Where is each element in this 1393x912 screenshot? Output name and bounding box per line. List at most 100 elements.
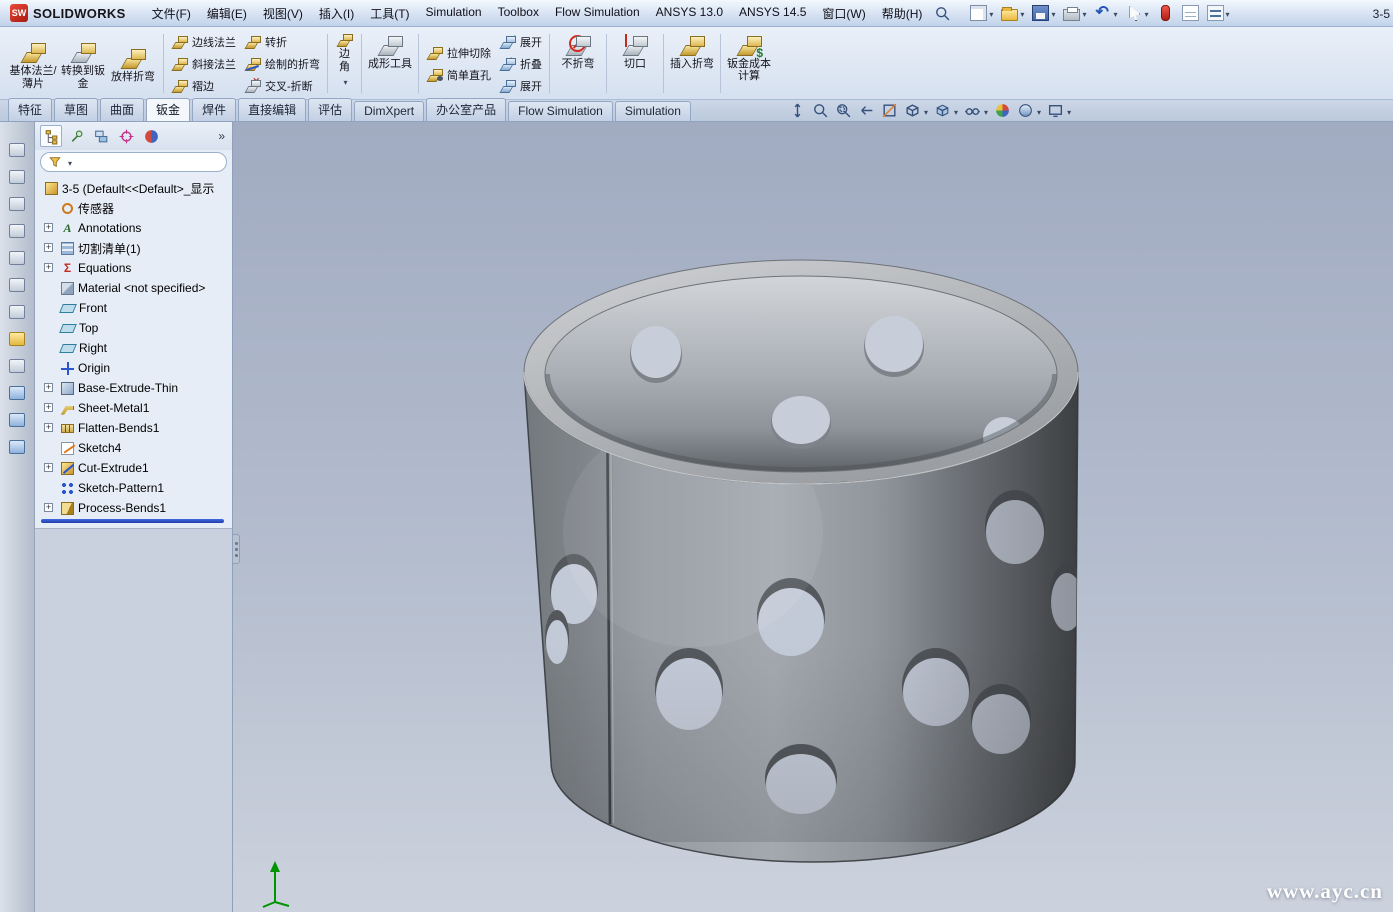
configurationmanager-tab[interactable] <box>90 125 112 147</box>
display-style-button[interactable] <box>933 102 959 119</box>
edge-flange-button[interactable]: 边线法兰 <box>167 31 240 52</box>
tab-surfaces[interactable]: 曲面 <box>100 98 144 121</box>
left-toolbar-button-5[interactable] <box>4 246 31 270</box>
left-toolbar-button-12[interactable] <box>4 435 31 459</box>
base-flange-button[interactable]: 基体法兰/薄片 <box>8 36 58 91</box>
jog-button[interactable]: 转折 <box>240 31 324 52</box>
menu-help[interactable]: 帮助(H) <box>874 0 931 27</box>
menu-ansys-14-5[interactable]: ANSYS 14.5 <box>731 0 814 27</box>
view-options-button[interactable] <box>1204 4 1233 22</box>
left-toolbar-button-8[interactable] <box>4 327 31 351</box>
left-toolbar-button-1[interactable] <box>4 138 31 162</box>
expand-icon[interactable] <box>44 503 53 512</box>
menu-simulation[interactable]: Simulation <box>418 0 490 27</box>
menu-file[interactable]: 文件(F) <box>144 0 199 27</box>
tree-item-cut-extrude1[interactable]: Cut-Extrude1 <box>37 458 232 478</box>
expand-icon[interactable] <box>44 383 53 392</box>
tab-office-products[interactable]: 办公室产品 <box>426 98 506 121</box>
flatten-button[interactable]: 展开 <box>495 75 546 96</box>
undo-button[interactable] <box>1091 4 1120 22</box>
menu-edit[interactable]: 编辑(E) <box>199 0 255 27</box>
left-toolbar-button-4[interactable] <box>4 219 31 243</box>
displaymanager-tab[interactable] <box>140 125 162 147</box>
menu-tools[interactable]: 工具(T) <box>362 0 417 27</box>
section-view-button[interactable] <box>880 102 899 119</box>
expand-icon[interactable] <box>44 463 53 472</box>
expand-icon[interactable] <box>44 403 53 412</box>
insert-bends-button[interactable]: 插入折弯 <box>667 29 717 98</box>
tree-item-cut-list[interactable]: 切割清单(1) <box>37 238 232 258</box>
open-document-button[interactable] <box>998 4 1027 22</box>
tree-item-sheet-metal1[interactable]: Sheet-Metal1 <box>37 398 232 418</box>
tree-item-flatten-bends1[interactable]: Flatten-Bends1 <box>37 418 232 438</box>
left-toolbar-button-2[interactable] <box>4 165 31 189</box>
expand-icon[interactable] <box>44 223 53 232</box>
propertymanager-tab[interactable] <box>65 125 87 147</box>
tree-item-top-plane[interactable]: Top <box>37 318 232 338</box>
apply-scene-button[interactable] <box>1016 102 1042 119</box>
panel-splitter[interactable] <box>233 534 240 564</box>
expand-icon[interactable] <box>44 423 53 432</box>
lofted-bend-button[interactable]: 放样折弯 <box>108 42 158 84</box>
tab-simulation[interactable]: Simulation <box>615 101 691 121</box>
miter-flange-button[interactable]: 斜接法兰 <box>167 53 240 74</box>
print-document-button[interactable] <box>1060 4 1089 22</box>
zoom-to-fit-button[interactable] <box>811 102 830 119</box>
rebuild-stop-button[interactable] <box>1154 4 1177 22</box>
tree-item-equations[interactable]: Equations <box>37 258 232 278</box>
expand-icon[interactable] <box>44 243 53 252</box>
menu-insert[interactable]: 插入(I) <box>311 0 362 27</box>
view-orientation-button[interactable] <box>903 102 929 119</box>
tree-item-base-extrude-thin[interactable]: Base-Extrude-Thin <box>37 378 232 398</box>
dimxpertmanager-tab[interactable] <box>115 125 137 147</box>
tab-sketch[interactable]: 草图 <box>54 98 98 121</box>
select-button[interactable] <box>1122 4 1151 22</box>
rip-button[interactable]: 切口 <box>610 29 660 98</box>
tree-item-right-plane[interactable]: Right <box>37 338 232 358</box>
left-toolbar-button-9[interactable] <box>4 354 31 378</box>
no-bends-button[interactable]: 不折弯 <box>553 29 603 98</box>
corners-button[interactable]: 边角 <box>331 29 358 98</box>
new-document-button[interactable] <box>967 4 996 22</box>
graphics-viewport[interactable]: www.ayc.cn <box>233 122 1393 912</box>
menu-window[interactable]: 窗口(W) <box>814 0 873 27</box>
left-toolbar-button-10[interactable] <box>4 381 31 405</box>
tab-sheet-metal[interactable]: 钣金 <box>146 98 190 121</box>
expand-icon[interactable] <box>44 263 53 272</box>
tree-item-root[interactable]: 3-5 (Default<<Default>_显示 <box>37 178 232 198</box>
tree-item-annotations[interactable]: Annotations <box>37 218 232 238</box>
tree-item-process-bends1[interactable]: Process-Bends1 <box>37 498 232 518</box>
cross-break-button[interactable]: 交叉-折断 <box>240 75 324 96</box>
tree-item-sketch4[interactable]: Sketch4 <box>37 438 232 458</box>
left-toolbar-button-6[interactable] <box>4 273 31 297</box>
part-model[interactable] <box>233 122 1393 912</box>
edit-appearance-button[interactable] <box>993 102 1012 119</box>
tree-item-origin[interactable]: Origin <box>37 358 232 378</box>
tree-item-sensors[interactable]: 传感器 <box>37 198 232 218</box>
menu-view[interactable]: 视图(V) <box>255 0 311 27</box>
sheet-metal-cost-button[interactable]: 钣金成本计算 <box>724 29 774 98</box>
tree-item-sketch-pattern1[interactable]: Sketch-Pattern1 <box>37 478 232 498</box>
simple-hole-button[interactable]: 简单直孔 <box>422 64 495 85</box>
tab-evaluate[interactable]: 评估 <box>308 98 352 121</box>
tree-item-material[interactable]: Material <not specified> <box>37 278 232 298</box>
featuremanager-tab[interactable] <box>40 125 62 147</box>
zoom-in-out-button[interactable] <box>788 102 807 119</box>
task-card-button[interactable] <box>1179 4 1202 22</box>
left-toolbar-button-7[interactable] <box>4 300 31 324</box>
convert-to-sheet-metal-button[interactable]: 转换到钣金 <box>58 36 108 91</box>
rollback-bar[interactable] <box>41 519 224 523</box>
panel-overflow-chevron[interactable] <box>218 129 227 143</box>
hide-show-items-button[interactable] <box>963 102 989 119</box>
left-toolbar-button-3[interactable] <box>4 192 31 216</box>
sketched-bend-button[interactable]: 绘制的折弯 <box>240 53 324 74</box>
tree-filter-input[interactable] <box>40 152 227 172</box>
tab-dimxpert[interactable]: DimXpert <box>354 101 424 121</box>
previous-view-button[interactable] <box>857 102 876 119</box>
tree-item-front-plane[interactable]: Front <box>37 298 232 318</box>
save-document-button[interactable] <box>1029 4 1058 22</box>
hem-button[interactable]: 褶边 <box>167 75 240 96</box>
left-toolbar-button-11[interactable] <box>4 408 31 432</box>
tab-weldments[interactable]: 焊件 <box>192 98 236 121</box>
menu-ansys-13-0[interactable]: ANSYS 13.0 <box>648 0 731 27</box>
